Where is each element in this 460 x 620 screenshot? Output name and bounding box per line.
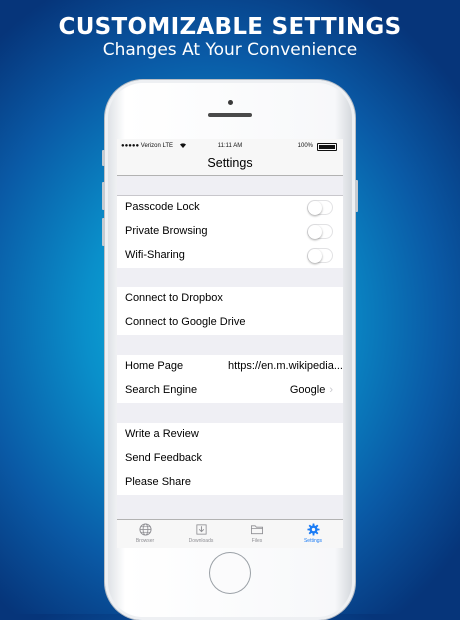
front-camera [228,100,233,105]
earpiece-speaker [208,113,252,117]
search-engine-row[interactable]: Search Engine Google › [117,379,343,403]
folder-icon [229,523,285,536]
row-label: Please Share [125,476,192,488]
globe-icon [117,523,173,536]
row-label: Wifi-Sharing [125,249,185,261]
battery-icon [317,143,337,151]
send-feedback-row[interactable]: Send Feedback [117,447,343,471]
row-label: Passcode Lock [125,201,200,213]
search-engine-value: Google [289,384,326,396]
phone-frame: ●●●●● Verizon LTE 11:11 AM 100% Settings… [102,80,358,620]
home-page-value: https://en.m.wikipedia... [228,360,343,372]
power-button [355,180,358,212]
page-title: Settings [207,156,253,170]
home-page-row[interactable]: Home Page https://en.m.wikipedia... [117,355,343,379]
tab-label: Browser [135,538,155,544]
tab-label: Files [251,538,263,544]
download-icon [173,523,229,536]
battery-percent: 100% [297,143,313,149]
row-label: Send Feedback [125,452,203,464]
tab-files[interactable]: Files [229,523,285,544]
row-label: Search Engine [125,384,198,396]
tab-bar: Browser Downloads Files Settings [117,519,343,548]
row-label: Home Page [125,360,184,372]
private-browsing-toggle[interactable] [307,224,333,239]
wifi-sharing-toggle[interactable] [307,248,333,263]
passcode-lock-toggle[interactable] [307,200,333,215]
status-bar: ●●●●● Verizon LTE 11:11 AM 100% [117,139,343,153]
private-browsing-row[interactable]: Private Browsing [117,220,343,244]
tab-label: Downloads [188,538,214,544]
chevron-right-icon: › [329,384,333,396]
tab-label: Settings [303,538,323,544]
connect-dropbox-row[interactable]: Connect to Dropbox [117,287,343,311]
navigation-bar: Settings [117,153,343,176]
subheadline: Changes At Your Convenience [102,40,358,60]
search-engine-value-wrap: Google › [290,384,333,396]
row-label: Connect to Dropbox [125,292,223,304]
tab-browser[interactable]: Browser [117,523,173,544]
tab-settings[interactable]: Settings [285,523,341,544]
app-screen: ●●●●● Verizon LTE 11:11 AM 100% Settings… [117,139,343,548]
row-label: Private Browsing [125,225,208,237]
passcode-lock-row[interactable]: Passcode Lock [117,196,343,220]
row-label: Write a Review [125,428,199,440]
gear-icon [285,523,341,536]
write-review-row[interactable]: Write a Review [117,423,343,447]
tab-downloads[interactable]: Downloads [173,523,229,544]
connect-google-drive-row[interactable]: Connect to Google Drive [117,311,343,335]
home-button[interactable] [210,553,250,593]
wifi-sharing-row[interactable]: Wifi-Sharing [117,244,343,268]
mute-switch [102,150,105,166]
headline: CUSTOMIZABLE SETTINGS [58,14,402,40]
volume-up-button [102,182,105,210]
please-share-row[interactable]: Please Share [117,471,343,495]
row-label: Connect to Google Drive [125,316,246,328]
volume-down-button [102,218,105,246]
